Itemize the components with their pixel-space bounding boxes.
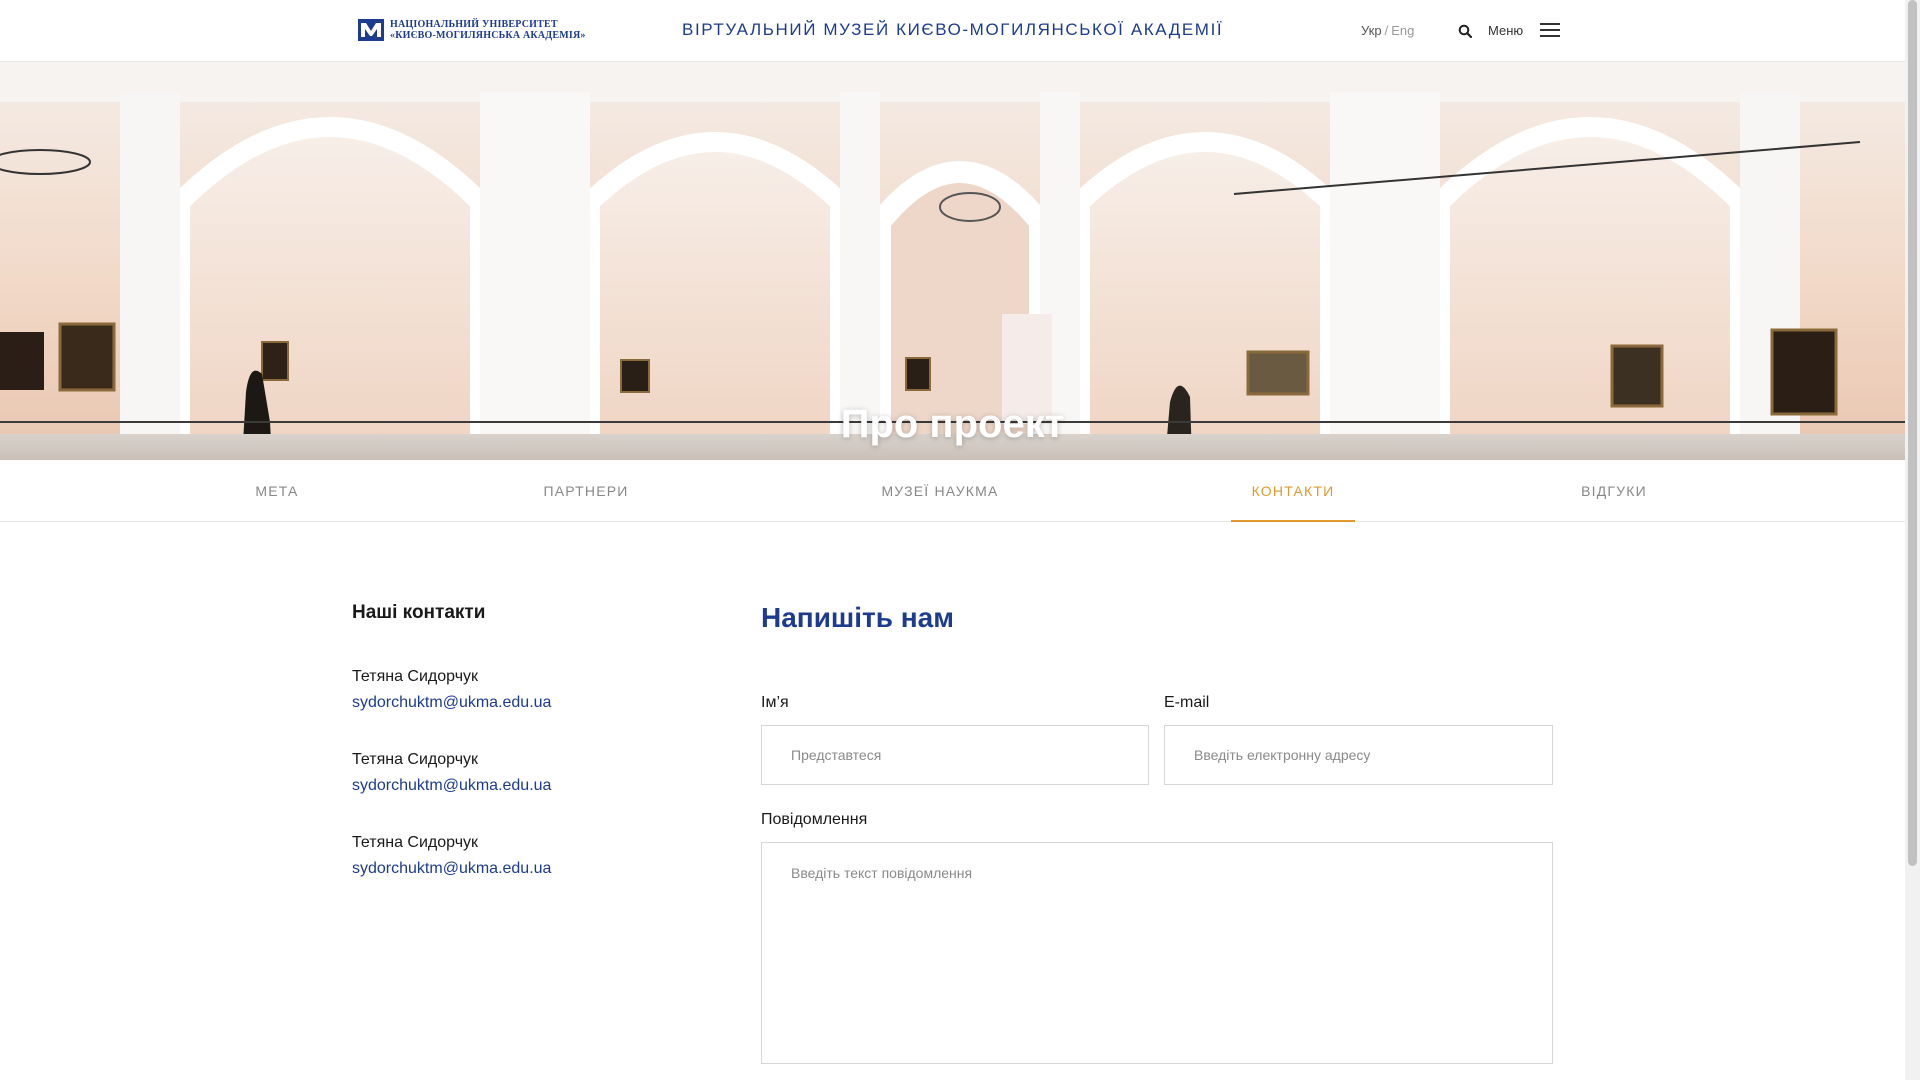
form-heading: Напишіть нам bbox=[761, 602, 954, 633]
section-tabs: МЕТА ПАРТНЕРИ МУЗЕЇ НАУКМА КОНТАКТИ ВІДГ… bbox=[0, 460, 1905, 522]
tab-museums[interactable]: МУЗЕЇ НАУКМА bbox=[850, 460, 1030, 522]
logo-mark-icon bbox=[358, 19, 384, 41]
contact-email-link[interactable]: sydorchuktm@ukma.edu.ua bbox=[352, 773, 551, 799]
logo-text: НАЦІОНАЛЬНИЙ УНІВЕРСИТЕТ «КИЄВО-МОГИЛЯНС… bbox=[390, 19, 586, 41]
lang-separator: / bbox=[1384, 23, 1389, 38]
lang-ukr-link[interactable]: Укр bbox=[1361, 23, 1382, 38]
university-logo[interactable]: НАЦІОНАЛЬНИЙ УНІВЕРСИТЕТ «КИЄВО-МОГИЛЯНС… bbox=[358, 19, 586, 41]
name-label: Ім’я bbox=[761, 694, 789, 711]
message-textarea[interactable] bbox=[761, 842, 1553, 1064]
tab-contacts[interactable]: КОНТАКТИ bbox=[1231, 460, 1355, 522]
search-icon[interactable] bbox=[1458, 24, 1472, 38]
page-scrollbar[interactable] bbox=[1905, 0, 1920, 1080]
tab-meta[interactable]: МЕТА bbox=[214, 460, 340, 522]
museum-hall-image bbox=[0, 62, 1905, 460]
scrollbar-thumb[interactable] bbox=[1908, 0, 1917, 866]
name-input[interactable] bbox=[761, 725, 1149, 785]
menu-label[interactable]: Меню bbox=[1488, 23, 1523, 38]
email-input[interactable] bbox=[1164, 725, 1553, 785]
tab-partners[interactable]: ПАРТНЕРИ bbox=[510, 460, 662, 522]
contact-name: Тетяна Сидорчук bbox=[352, 834, 479, 851]
site-title[interactable]: ВІРТУАЛЬНИЙ МУЗЕЙ КИЄВО-МОГИЛЯНСЬКОЇ АКА… bbox=[682, 20, 1223, 40]
contact-item: Тетяна Сидорчук sydorchuktm@ukma.edu.ua bbox=[352, 830, 551, 882]
hero-banner: Про проект bbox=[0, 62, 1905, 460]
logo-line-1: НАЦІОНАЛЬНИЙ УНІВЕРСИТЕТ bbox=[390, 19, 558, 30]
contact-name: Тетяна Сидорчук bbox=[352, 751, 479, 768]
email-label: E-mail bbox=[1164, 694, 1210, 711]
hero-title: Про проект bbox=[840, 402, 1065, 446]
language-switcher: Укр / Eng bbox=[1361, 23, 1414, 38]
tab-reviews[interactable]: ВІДГУКИ bbox=[1560, 460, 1668, 522]
site-header: НАЦІОНАЛЬНИЙ УНІВЕРСИТЕТ «КИЄВО-МОГИЛЯНС… bbox=[0, 0, 1905, 62]
contact-item: Тетяна Сидорчук sydorchuktm@ukma.edu.ua bbox=[352, 664, 551, 716]
contact-email-link[interactable]: sydorchuktm@ukma.edu.ua bbox=[352, 856, 551, 882]
contact-name: Тетяна Сидорчук bbox=[352, 668, 479, 685]
hamburger-icon[interactable] bbox=[1540, 23, 1560, 39]
lang-eng-link[interactable]: Eng bbox=[1391, 23, 1414, 38]
message-label: Повідомлення bbox=[761, 811, 868, 828]
contact-item: Тетяна Сидорчук sydorchuktm@ukma.edu.ua bbox=[352, 747, 551, 799]
logo-line-2: «КИЄВО-МОГИЛЯНСЬКА АКАДЕМІЯ» bbox=[390, 30, 586, 41]
contacts-heading: Наші контакти bbox=[352, 602, 486, 623]
contact-email-link[interactable]: sydorchuktm@ukma.edu.ua bbox=[352, 690, 551, 716]
